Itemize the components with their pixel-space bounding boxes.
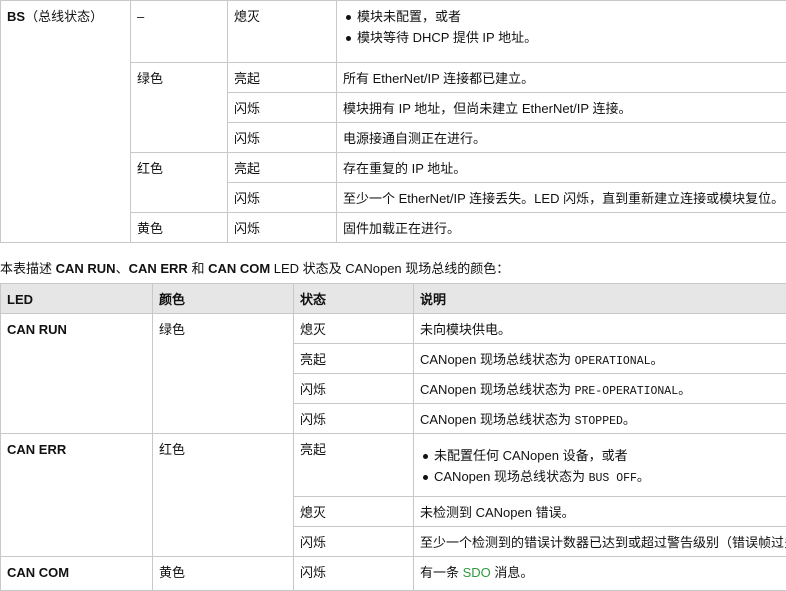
state-cell: 亮起 <box>294 344 414 374</box>
table-header-row: LED 颜色 状态 说明 <box>1 284 786 314</box>
state-cell: 熄灭 <box>294 314 414 344</box>
led-name-sub: （总线状态） <box>25 9 103 24</box>
intro-led-err: CAN ERR <box>129 261 188 276</box>
desc-cell: 至少一个检测到的错误计数器已达到或超过警告级别（错误帧过多） <box>414 527 786 557</box>
state-code: STOPPED <box>575 415 623 428</box>
led-name-cell: CAN ERR <box>1 434 153 557</box>
sdo-link[interactable]: SDO <box>463 565 491 580</box>
state-code: OPERATIONAL <box>575 355 651 368</box>
color-cell: 绿色 <box>131 63 228 153</box>
table-row: CAN ERR 红色 亮起 未配置任何 CANopen 设备，或者 CANope… <box>1 434 786 497</box>
desc-cell: CANopen 现场总线状态为 STOPPED。 <box>414 404 786 434</box>
state-cell: 亮起 <box>294 434 414 497</box>
intro-text: 和 <box>188 261 208 276</box>
table-row: CAN RUN 绿色 熄灭 未向模块供电。 <box>1 314 786 344</box>
color-cell: – <box>131 1 228 63</box>
color-cell: 红色 <box>131 153 228 213</box>
state-cell: 闪烁 <box>228 123 337 153</box>
state-code: BUS OFF <box>589 472 637 485</box>
state-cell: 熄灭 <box>228 1 337 63</box>
desc-cell: 模块未配置，或者 模块等待 DHCP 提供 IP 地址。 <box>337 1 786 63</box>
state-cell: 闪烁 <box>294 404 414 434</box>
list-item: 模块等待 DHCP 提供 IP 地址。 <box>357 30 780 46</box>
intro-text: 本表描述 <box>0 261 56 276</box>
desc-text: 消息。 <box>491 565 534 580</box>
list-item: 未配置任何 CANopen 设备，或者 <box>434 448 780 464</box>
desc-cell: CANopen 现场总线状态为 PRE-OPERATIONAL。 <box>414 374 786 404</box>
color-cell: 黄色 <box>153 557 294 591</box>
desc-cell: 至少一个 EtherNet/IP 连接丢失。LED 闪烁，直到重新建立连接或模块… <box>337 183 786 213</box>
desc-cell: 有一条 SDO 消息。 <box>414 557 786 591</box>
intro-paragraph: 本表描述 CAN RUN、CAN ERR 和 CAN COM LED 状态及 C… <box>0 258 509 277</box>
led-name-cell: CAN RUN <box>1 314 153 434</box>
intro-text: LED 状态及 CANopen 现场总线的颜色： <box>270 261 509 276</box>
desc-cell: 电源接通自测正在进行。 <box>337 123 786 153</box>
desc-text: 。 <box>623 412 636 427</box>
color-cell: 红色 <box>153 434 294 557</box>
header-color: 颜色 <box>153 284 294 314</box>
desc-text: CANopen 现场总线状态为 <box>420 412 575 427</box>
header-desc: 说明 <box>414 284 786 314</box>
table-row: BS（总线状态） – 熄灭 模块未配置，或者 模块等待 DHCP 提供 IP 地… <box>1 1 786 63</box>
state-cell: 闪烁 <box>228 213 337 243</box>
desc-cell: 未向模块供电。 <box>414 314 786 344</box>
list-item: 模块未配置，或者 <box>357 9 780 25</box>
led-name: BS <box>7 9 25 24</box>
intro-led-run: CAN RUN <box>56 261 116 276</box>
intro-text: 、 <box>116 261 129 276</box>
led-name-cell: CAN COM <box>1 557 153 591</box>
color-cell: 绿色 <box>153 314 294 434</box>
bullet-list: 未配置任何 CANopen 设备，或者 CANopen 现场总线状态为 BUS … <box>420 448 780 487</box>
state-cell: 熄灭 <box>294 497 414 527</box>
state-cell: 闪烁 <box>228 93 337 123</box>
state-cell: 闪烁 <box>294 527 414 557</box>
table-row: CAN COM 黄色 闪烁 有一条 SDO 消息。 <box>1 557 786 591</box>
bs-status-table: BS（总线状态） – 熄灭 模块未配置，或者 模块等待 DHCP 提供 IP 地… <box>0 0 786 243</box>
list-item: CANopen 现场总线状态为 BUS OFF。 <box>434 469 780 487</box>
desc-cell: 未配置任何 CANopen 设备，或者 CANopen 现场总线状态为 BUS … <box>414 434 786 497</box>
desc-text: 。 <box>651 352 664 367</box>
header-state: 状态 <box>294 284 414 314</box>
desc-cell: 存在重复的 IP 地址。 <box>337 153 786 183</box>
desc-text: 。 <box>678 382 691 397</box>
desc-text: CANopen 现场总线状态为 <box>434 469 589 484</box>
header-led: LED <box>1 284 153 314</box>
desc-cell: 所有 EtherNet/IP 连接都已建立。 <box>337 63 786 93</box>
desc-cell: 未检测到 CANopen 错误。 <box>414 497 786 527</box>
desc-cell: 固件加载正在进行。 <box>337 213 786 243</box>
state-cell: 亮起 <box>228 153 337 183</box>
led-name-cell: BS（总线状态） <box>1 1 131 243</box>
bullet-list: 模块未配置，或者 模块等待 DHCP 提供 IP 地址。 <box>343 9 780 46</box>
desc-text: 有一条 <box>420 565 463 580</box>
desc-text: 。 <box>637 469 650 484</box>
desc-cell: 模块拥有 IP 地址，但尚未建立 EtherNet/IP 连接。 <box>337 93 786 123</box>
state-cell: 闪烁 <box>294 374 414 404</box>
desc-text: CANopen 现场总线状态为 <box>420 352 575 367</box>
can-led-table: LED 颜色 状态 说明 CAN RUN 绿色 熄灭 未向模块供电。 亮起 CA… <box>0 283 786 591</box>
desc-text: CANopen 现场总线状态为 <box>420 382 575 397</box>
state-cell: 闪烁 <box>228 183 337 213</box>
color-cell: 黄色 <box>131 213 228 243</box>
intro-led-com: CAN COM <box>208 261 270 276</box>
state-cell: 闪烁 <box>294 557 414 591</box>
desc-cell: CANopen 现场总线状态为 OPERATIONAL。 <box>414 344 786 374</box>
state-cell: 亮起 <box>228 63 337 93</box>
state-code: PRE-OPERATIONAL <box>575 385 679 398</box>
